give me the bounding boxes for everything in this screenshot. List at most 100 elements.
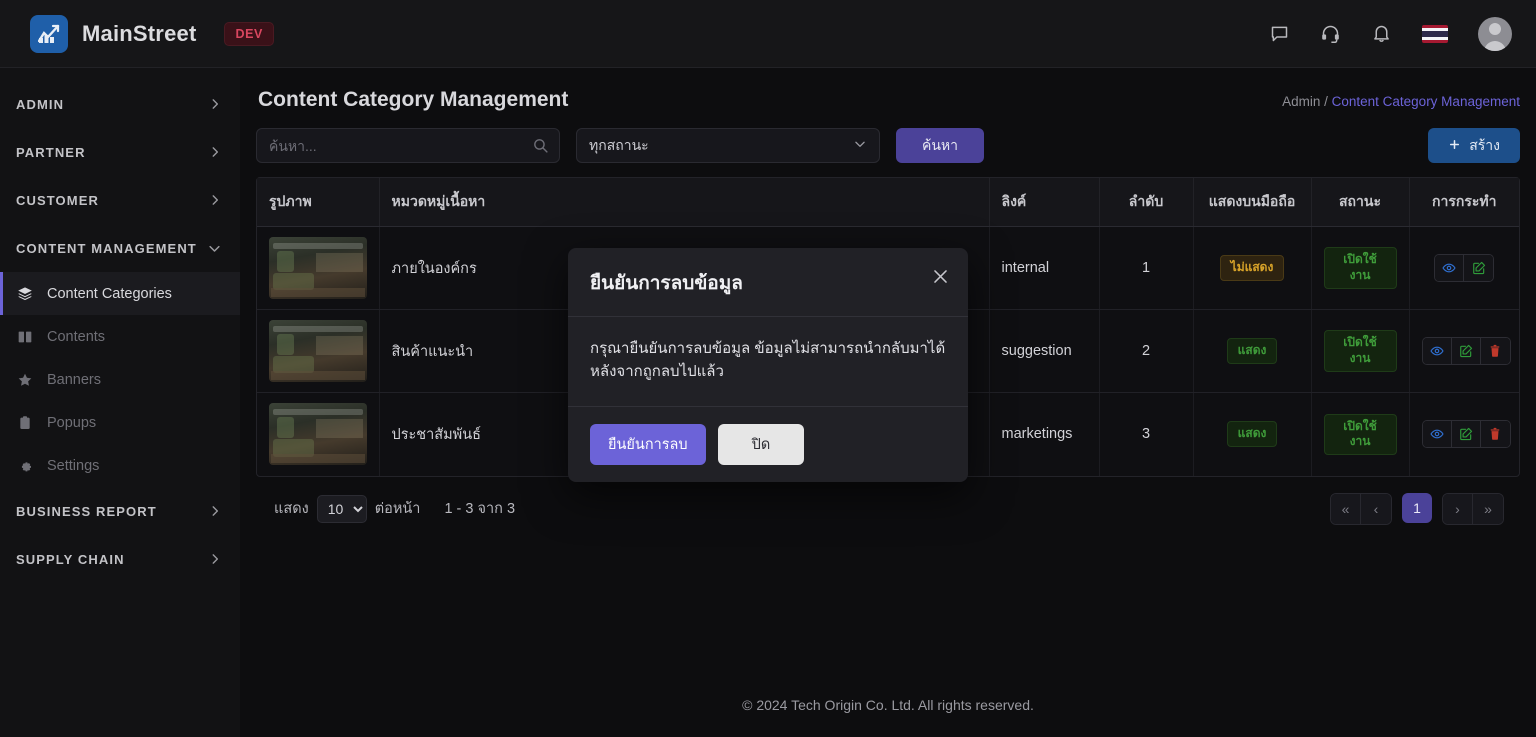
- column-header-category: หมวดหมู่เนื้อหา: [379, 178, 990, 227]
- sidebar: ADMIN PARTNER CUSTOMER CONTENT MANAGEMEN…: [0, 68, 240, 737]
- sidebar-item-settings[interactable]: Settings: [0, 444, 240, 487]
- modal-title: ยืนยันการลบข้อมูล: [590, 273, 743, 294]
- close-icon[interactable]: [928, 264, 952, 288]
- confirm-delete-button[interactable]: ยืนยันการลบ: [590, 423, 706, 465]
- sidebar-group-label: SUPPLY CHAIN: [16, 551, 125, 567]
- row-action-group: [1421, 337, 1511, 365]
- layers-icon: [16, 286, 33, 302]
- sidebar-item-banners[interactable]: Banners: [0, 358, 240, 401]
- top-bar: MainStreet DEV: [0, 0, 1536, 68]
- status-badge: เปิดใช้งาน: [1323, 247, 1397, 289]
- plus-icon: [1448, 138, 1461, 154]
- cell-status: เปิดใช้งาน: [1311, 309, 1410, 393]
- cell-actions: [1409, 393, 1519, 476]
- sidebar-item-content-categories[interactable]: Content Categories: [0, 272, 240, 315]
- store-shelves-thumbnail[interactable]: [269, 320, 367, 382]
- page-header: Content Category Management Admin / Cont…: [240, 68, 1536, 128]
- mobile-display-badge: แสดง: [1226, 421, 1278, 448]
- headset-icon[interactable]: [1320, 23, 1341, 44]
- trash-icon[interactable]: [1480, 338, 1510, 364]
- status-filter-value: ทุกสถานะ: [589, 136, 649, 153]
- pagination-range: 1 - 3 จาก 3: [444, 501, 516, 517]
- mobile-display-badge: ไม่แสดง: [1219, 255, 1285, 281]
- sidebar-group-supply-chain[interactable]: SUPPLY CHAIN: [0, 535, 240, 583]
- cell-status: เปิดใช้งาน: [1311, 392, 1410, 476]
- top-actions: [1269, 16, 1512, 51]
- pagination-first-button[interactable]: «: [1331, 493, 1361, 524]
- sidebar-group-label: CONTENT MANAGEMENT: [16, 240, 197, 256]
- column-header-mobile-display: แสดงบนมือถือ: [1193, 178, 1312, 227]
- per-page-select[interactable]: 10: [316, 494, 367, 523]
- cell-link: suggestion: [989, 309, 1100, 393]
- cell-order: 3: [1099, 392, 1194, 476]
- breadcrumb-current[interactable]: Content Category Management: [1332, 94, 1520, 109]
- breadcrumb-root[interactable]: Admin: [1282, 94, 1320, 109]
- column-header-link: ลิงค์: [989, 178, 1100, 227]
- sidebar-group-customer[interactable]: CUSTOMER: [0, 176, 240, 224]
- eye-icon[interactable]: [1435, 255, 1465, 281]
- sidebar-group-label: BUSINESS REPORT: [16, 503, 157, 519]
- column-header-order: ลำดับ: [1099, 178, 1194, 227]
- cell-link: internal: [989, 226, 1100, 310]
- bell-icon[interactable]: [1371, 23, 1392, 44]
- chevron-down-icon: [207, 241, 222, 256]
- copyright-text: © 2024 Tech Origin Co. Ltd. All rights r…: [742, 697, 1034, 713]
- chat-icon[interactable]: [1269, 23, 1290, 44]
- star-icon: [16, 372, 33, 388]
- column-header-image: รูปภาพ: [257, 178, 380, 227]
- page-title: Content Category Management: [258, 88, 569, 111]
- sidebar-group-label: CUSTOMER: [16, 192, 99, 208]
- status-badge: เปิดใช้งาน: [1323, 413, 1397, 455]
- pagination-page-1[interactable]: 1: [1402, 492, 1432, 523]
- create-button[interactable]: สร้าง: [1428, 128, 1520, 163]
- brand[interactable]: MainStreet: [30, 14, 197, 53]
- pager-next-group: › »: [1442, 492, 1504, 525]
- pagination-last-button[interactable]: »: [1473, 493, 1503, 524]
- store-shelves-thumbnail[interactable]: [269, 403, 367, 466]
- trash-icon[interactable]: [1480, 421, 1510, 448]
- cell-link: marketings: [989, 392, 1100, 476]
- close-modal-button[interactable]: ปิด: [717, 423, 805, 465]
- per-page-suffix-label: ต่อหน้า: [374, 501, 421, 517]
- sidebar-item-popups[interactable]: Popups: [0, 401, 240, 444]
- sidebar-group-business-report[interactable]: BUSINESS REPORT: [0, 487, 240, 535]
- sidebar-group-content-management[interactable]: CONTENT MANAGEMENT: [0, 224, 240, 272]
- status-filter-select[interactable]: ทุกสถานะ: [576, 128, 880, 163]
- create-button-label: สร้าง: [1469, 136, 1500, 153]
- brand-name: MainStreet: [82, 20, 197, 46]
- status-badge: เปิดใช้งาน: [1323, 330, 1397, 372]
- column-header-actions: การกระทำ: [1409, 178, 1519, 227]
- chevron-right-icon: [208, 552, 222, 566]
- search-button[interactable]: ค้นหา: [896, 128, 985, 163]
- sidebar-group-admin[interactable]: ADMIN: [0, 80, 240, 128]
- search-icon[interactable]: [532, 137, 549, 159]
- avatar[interactable]: [1478, 16, 1512, 51]
- edit-icon[interactable]: [1451, 338, 1481, 364]
- cell-actions: [1409, 309, 1519, 393]
- sidebar-item-label: Popups: [47, 414, 97, 431]
- search-input[interactable]: [257, 129, 559, 162]
- eye-icon[interactable]: [1422, 338, 1452, 364]
- gear-icon: [16, 458, 33, 474]
- pager-prev-group: « ‹: [1330, 492, 1392, 525]
- cell-order: 1: [1099, 226, 1194, 310]
- book-icon: [16, 329, 33, 345]
- store-shelves-thumbnail[interactable]: [269, 237, 367, 299]
- chevron-right-icon: [208, 504, 222, 518]
- modal-footer: ยืนยันการลบ ปิด: [568, 407, 968, 482]
- pagination-prev-button[interactable]: ‹: [1361, 493, 1391, 524]
- sidebar-item-label: Contents: [47, 328, 106, 345]
- edit-icon[interactable]: [1451, 421, 1481, 448]
- cell-status: เปิดใช้งาน: [1311, 226, 1410, 310]
- sidebar-item-label: Content Categories: [47, 285, 172, 302]
- edit-icon[interactable]: [1464, 255, 1494, 281]
- eye-icon[interactable]: [1422, 421, 1452, 448]
- clipboard-icon: [16, 415, 33, 431]
- footer: © 2024 Tech Origin Co. Ltd. All rights r…: [240, 673, 1536, 737]
- cell-image: [257, 392, 380, 476]
- sidebar-item-contents[interactable]: Contents: [0, 315, 240, 358]
- thai-flag-icon[interactable]: [1422, 24, 1448, 43]
- app-root: MainStreet DEV ADMIN PARTNER CUSTOMER CO…: [0, 0, 1536, 737]
- pagination-next-button[interactable]: ›: [1443, 493, 1473, 524]
- sidebar-group-partner[interactable]: PARTNER: [0, 128, 240, 176]
